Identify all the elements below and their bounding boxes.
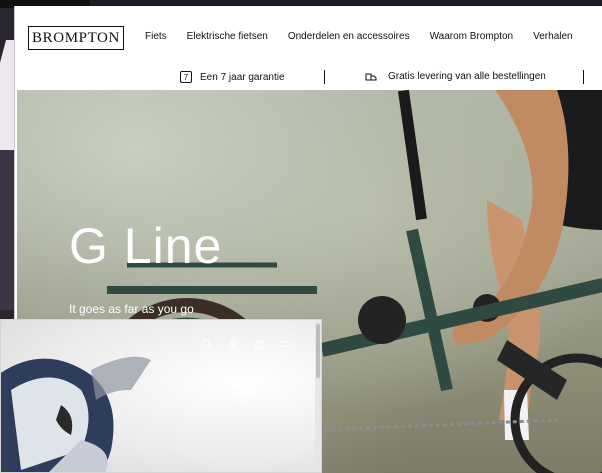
user-icon[interactable] [227,338,239,350]
menu-icon[interactable] [279,338,291,350]
nav-link-elektrische-fietsen[interactable]: Elektrische fietsen [187,31,268,42]
nav-link-waarom-brompton[interactable]: Waarom Brompton [430,31,514,42]
overlay-scrollbar-thumb[interactable] [316,324,320,378]
delivery-text: Gratis levering van alle bestellingen [388,71,546,82]
nav-link-verhalen[interactable]: Verhalen [533,31,572,42]
usp-divider [324,70,325,84]
guarantee-text: Een 7 jaar garantie [200,71,285,83]
bag-icon[interactable] [253,338,265,350]
nav-link-onderdelen[interactable]: Onderdelen en accessoires [288,31,410,42]
usp-delivery: Gratis levering van alle bestellingen [365,71,546,82]
site-header: BROMPTON Fiets Elektrische fietsen Onder… [15,6,602,66]
search-icon[interactable] [201,338,213,350]
hero-subtitle: It goes as far as you go [69,302,194,316]
usp-guarantee: 7 Een 7 jaar garantie [180,71,285,83]
overlay-toolbar [201,338,291,350]
nav-link-fiets[interactable]: Fiets [145,31,167,42]
usp-divider [583,70,584,84]
usp-bar: 7 Een 7 jaar garantie Gratis levering va… [15,66,602,90]
main-nav: Fiets Elektrische fietsen Onderdelen en … [145,31,593,42]
guarantee-icon: 7 [180,71,192,83]
delivery-icon [365,73,377,80]
hero-title: G Line [69,218,223,274]
desktop: BROMPTON Fiets Elektrische fietsen Onder… [0,0,602,473]
overlay-browser-window [0,319,322,473]
brompton-logo[interactable]: BROMPTON [28,26,124,50]
